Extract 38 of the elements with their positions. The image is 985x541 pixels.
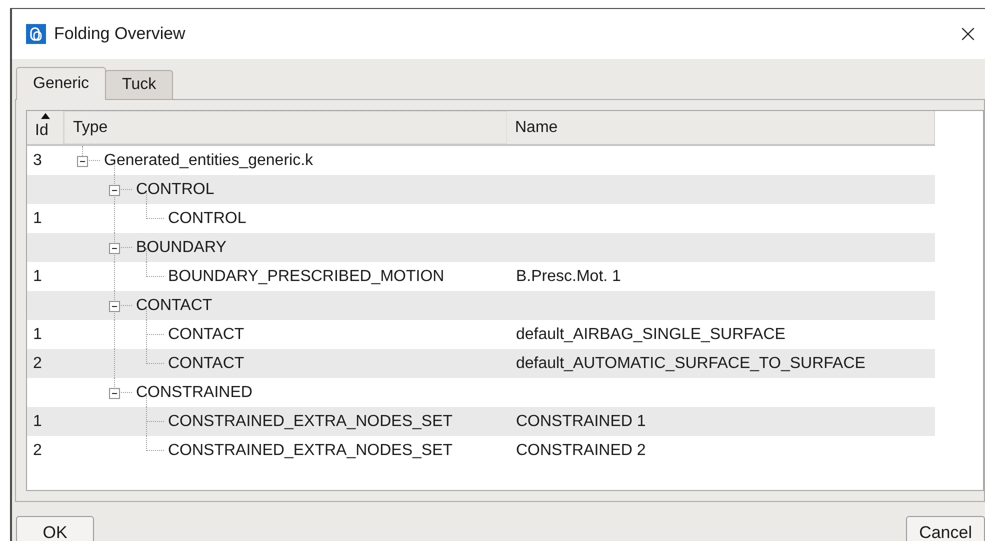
tree-item[interactable]: CONSTRAINED_EXTRA_NODES_SET: [168, 410, 453, 434]
tree-item[interactable]: CONSTRAINED: [136, 380, 252, 404]
tree-item[interactable]: CONTACT: [168, 322, 244, 346]
tree-item[interactable]: CONTACT: [136, 294, 212, 318]
tree-item[interactable]: CONSTRAINED_EXTRA_NODES_SET: [168, 438, 453, 462]
id-cell: 3: [33, 152, 42, 168]
tree-item[interactable]: CONTACT: [168, 352, 244, 376]
id-cell: 1: [33, 326, 42, 342]
id-cell: 1: [33, 412, 42, 430]
tree-item[interactable]: Generated_entities_generic.k: [104, 148, 314, 172]
id-cell: 1: [33, 210, 42, 226]
name-cell: CONSTRAINED 1: [516, 412, 646, 430]
tab[interactable]: Generic: [16, 67, 106, 100]
window-title: Folding Overview: [54, 23, 186, 46]
collapse-icon[interactable]: [109, 388, 120, 399]
collapse-icon[interactable]: [109, 243, 120, 254]
column-header[interactable]: Id: [27, 111, 64, 144]
name-cell: default_AIRBAG_SINGLE_SURFACE: [516, 326, 786, 342]
collapse-icon[interactable]: [109, 185, 120, 196]
sort-arrow-icon: [41, 113, 50, 119]
tree-item[interactable]: CONTROL: [168, 206, 246, 230]
column-header[interactable]: Type: [64, 111, 507, 144]
ok-button[interactable]: OK: [16, 516, 94, 541]
id-cell: 1: [33, 268, 42, 284]
cancel-button[interactable]: Cancel: [906, 516, 985, 541]
name-cell: B.Presc.Mot. 1: [516, 268, 621, 284]
tab[interactable]: Tuck: [105, 70, 174, 99]
collapse-icon[interactable]: [109, 301, 120, 312]
tree-item[interactable]: CONTROL: [136, 178, 214, 202]
column-header[interactable]: Name: [507, 111, 935, 144]
id-cell: 2: [33, 442, 42, 458]
app-logo-icon: [26, 24, 46, 44]
tree-item[interactable]: BOUNDARY_PRESCRIBED_MOTION: [168, 264, 444, 288]
collapse-icon[interactable]: [77, 156, 88, 167]
id-cell: 2: [33, 354, 42, 372]
name-cell: default_AUTOMATIC_SURFACE_TO_SURFACE: [516, 354, 866, 372]
name-cell: CONSTRAINED 2: [516, 442, 646, 458]
tree-item[interactable]: BOUNDARY: [136, 236, 226, 260]
